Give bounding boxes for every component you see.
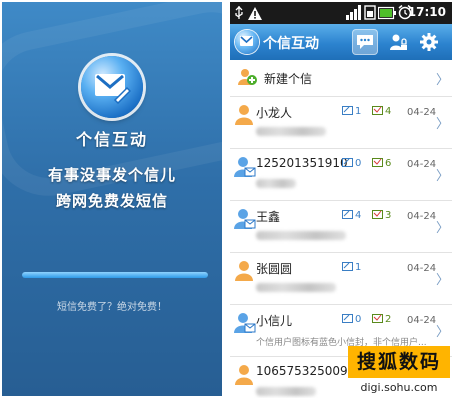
tab-settings[interactable] <box>416 29 442 55</box>
blue-person-message-icon <box>234 312 256 334</box>
received-envelope-icon <box>372 158 383 170</box>
message-date: 04-24 <box>407 159 437 170</box>
sent-envelope-icon <box>342 210 353 222</box>
received-count: 3 <box>372 210 391 222</box>
sent-count: 1 <box>342 262 361 274</box>
contact-name: 王鑫 <box>256 210 281 224</box>
received-envelope-icon <box>372 106 383 118</box>
message-date: 04-24 <box>407 263 437 274</box>
app-logo-icon <box>235 30 259 54</box>
warning-icon <box>248 5 262 24</box>
status-time: 17:10 <box>407 5 446 19</box>
message-date: 04-24 <box>407 107 437 118</box>
splash-footer-text: 短信免费了？绝对免费！ <box>57 302 167 313</box>
signal-icon <box>346 5 362 24</box>
new-message-label: 新建个信 <box>264 72 313 86</box>
blurred-preview <box>256 283 336 292</box>
sent-envelope-icon <box>342 314 353 326</box>
tab-messages[interactable] <box>352 29 378 55</box>
message-date: 04-24 <box>407 315 437 326</box>
chevron-right-icon: 〉 <box>435 73 449 88</box>
received-count: 6 <box>372 158 391 170</box>
blue-person-message-icon <box>234 208 256 230</box>
blurred-preview <box>256 387 316 396</box>
watermark-title: 搜狐数码 <box>348 346 450 378</box>
battery-icon <box>377 5 396 24</box>
conversation-row[interactable]: 125201351910 0 6 04-24 〉 <box>230 149 452 201</box>
orange-person-icon <box>234 364 254 386</box>
watermark-url: digi.sohu.com <box>348 379 450 397</box>
sohu-digital-watermark: 搜狐数码 digi.sohu.com <box>348 346 450 398</box>
contacts-icon <box>390 34 407 50</box>
chat-bubble-icon <box>357 35 373 49</box>
loading-progress-fill <box>22 272 208 278</box>
received-count: 4 <box>372 106 391 118</box>
contact-name: 106575325009 <box>256 364 348 378</box>
new-message-item[interactable]: 新建个信 〉 <box>230 60 452 97</box>
conversation-row[interactable]: 王鑫 4 3 04-24 〉 <box>230 201 452 253</box>
received-envelope-icon <box>372 210 383 222</box>
chevron-right-icon: 〉 <box>435 117 449 132</box>
orange-person-icon <box>234 260 254 282</box>
conversation-row[interactable]: 小龙人 1 4 04-24 〉 <box>230 97 452 149</box>
chevron-right-icon: 〉 <box>435 273 449 288</box>
orange-person-icon <box>234 104 254 126</box>
phone-screen: 17:10 个信互动 新建个信 〉 小龙人 1 4 04-24 〉 125201… <box>230 2 452 398</box>
chevron-right-icon: 〉 <box>435 221 449 236</box>
received-envelope-icon <box>372 314 383 326</box>
add-contact-icon <box>236 67 258 91</box>
status-bar: 17:10 <box>230 2 452 24</box>
contact-name: 小信儿 <box>256 314 293 328</box>
sent-envelope-icon <box>342 158 353 170</box>
blurred-preview <box>256 231 346 240</box>
blue-person-message-icon <box>234 156 256 178</box>
usb-icon <box>234 5 244 24</box>
splash-tagline-1: 有事没事发个信儿 <box>47 166 176 184</box>
splash-screen: 个信互动 有事没事发个信儿 跨网免费发短信 短信免费了？绝对免费！ <box>2 2 222 396</box>
chevron-right-icon: 〉 <box>435 169 449 184</box>
splash-app-name: 个信互动 <box>75 130 148 149</box>
message-date: 04-24 <box>407 211 437 222</box>
app-header: 个信互动 <box>230 24 452 60</box>
conversation-row[interactable]: 张圆圆 1 04-24 〉 <box>230 253 452 305</box>
sent-envelope-icon <box>342 262 353 274</box>
contact-name: 小龙人 <box>256 106 293 120</box>
sim-icon <box>364 5 376 24</box>
blurred-preview <box>256 179 296 188</box>
chevron-right-icon: 〉 <box>435 325 449 340</box>
sent-envelope-icon <box>342 106 353 118</box>
app-title: 个信互动 <box>263 36 319 52</box>
app-logo-icon <box>81 56 143 118</box>
tab-contacts[interactable] <box>385 29 411 55</box>
settings-gear-icon <box>420 33 438 51</box>
sent-count: 4 <box>342 210 361 222</box>
contact-name: 125201351910 <box>256 156 348 170</box>
sent-count: 1 <box>342 106 361 118</box>
sent-count: 0 <box>342 314 361 326</box>
blurred-preview <box>256 127 326 136</box>
splash-tagline-2: 跨网免费发短信 <box>55 192 168 210</box>
contact-name: 张圆圆 <box>256 262 293 276</box>
sent-count: 0 <box>342 158 361 170</box>
loading-progress-bar <box>22 272 208 278</box>
received-count: 2 <box>372 314 391 326</box>
